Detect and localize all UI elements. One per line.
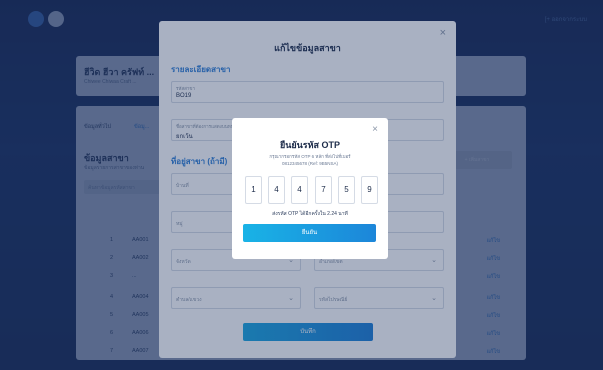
close-icon[interactable]: × (372, 124, 378, 135)
otp-title: ยืนยันรหัส OTP (279, 140, 341, 150)
otp-digit-input[interactable]: 1 (245, 176, 262, 204)
otp-input-group: 1 4 4 7 5 9 (245, 176, 378, 204)
otp-digit-input[interactable]: 7 (315, 176, 332, 204)
otp-digit-input[interactable]: 4 (291, 176, 308, 204)
confirm-button[interactable]: ยืนยัน (243, 224, 376, 242)
otp-resend-timer: ส่งรหัส OTP ได้อีกครั้งใน 2.24 นาที (272, 211, 348, 217)
otp-desc-line2: 0812345678 (Ref: 9B5NSA) (281, 161, 339, 166)
otp-modal: × ยืนยันรหัส OTP กรุณากรอกรหัส OTP 6 หลั… (232, 118, 388, 259)
otp-desc-line1: กรุณากรอกรหัส OTP 6 หลัก ที่ส่งไปที่เบอร… (269, 154, 351, 159)
otp-digit-input[interactable]: 9 (361, 176, 378, 204)
otp-description: กรุณากรอกรหัส OTP 6 หลัก ที่ส่งไปที่เบอร… (232, 153, 388, 167)
otp-digit-input[interactable]: 4 (268, 176, 285, 204)
otp-digit-input[interactable]: 5 (338, 176, 355, 204)
